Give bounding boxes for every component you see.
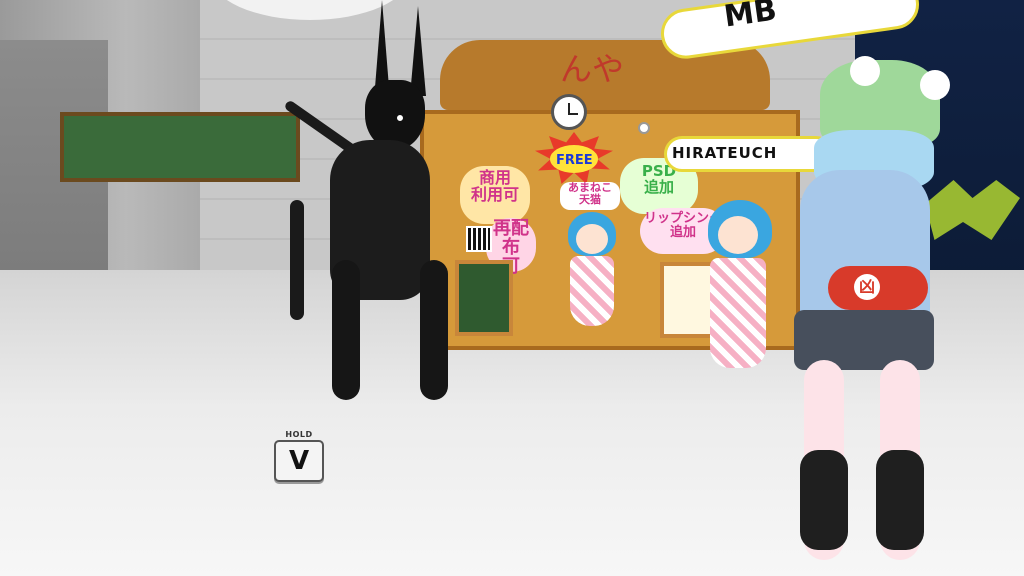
- booth-sign-text: んや: [560, 50, 625, 88]
- v-key-label: V: [288, 446, 310, 476]
- avatar-sock: [876, 450, 924, 550]
- hold-label: HOLD: [285, 430, 313, 439]
- hat-ear: [850, 56, 880, 86]
- dark-creature-avatar[interactable]: [270, 0, 470, 410]
- commercial-use-sticker: 商用 利用可: [460, 166, 530, 224]
- glove-mark: 凶: [854, 274, 880, 300]
- user-icon: [638, 122, 650, 134]
- avatar-nameplate-text: HIRATEUCH: [672, 144, 778, 162]
- avatar-face: [576, 224, 608, 254]
- amaneko-sticker: あまねこ 天猫: [560, 182, 620, 210]
- v-key-button[interactable]: V: [274, 440, 324, 482]
- clock-icon: [551, 94, 587, 130]
- booth-mascot-avatar[interactable]: [560, 212, 620, 332]
- blue-hair-girl-avatar[interactable]: [700, 200, 780, 390]
- green-hat-girl-avatar[interactable]: 凶: [770, 56, 970, 576]
- hold-key-hint: HOLD V: [274, 430, 324, 482]
- hat-ear: [920, 70, 950, 100]
- avatar-dress: [710, 258, 766, 368]
- avatar-face: [718, 216, 758, 254]
- creature-leg: [420, 260, 448, 400]
- creature-arm: [290, 200, 304, 320]
- creature-eye: [394, 112, 406, 124]
- avatar-dress: [570, 256, 614, 326]
- avatar-sock: [800, 450, 848, 550]
- free-label: FREE: [556, 153, 593, 168]
- vr-world-scene: んや FREE 商用 利用可 再配布 可 PSD 追加 リップシンク 追加 あま…: [0, 0, 1024, 576]
- creature-leg: [332, 260, 360, 400]
- booth-chalkboard: [60, 112, 300, 182]
